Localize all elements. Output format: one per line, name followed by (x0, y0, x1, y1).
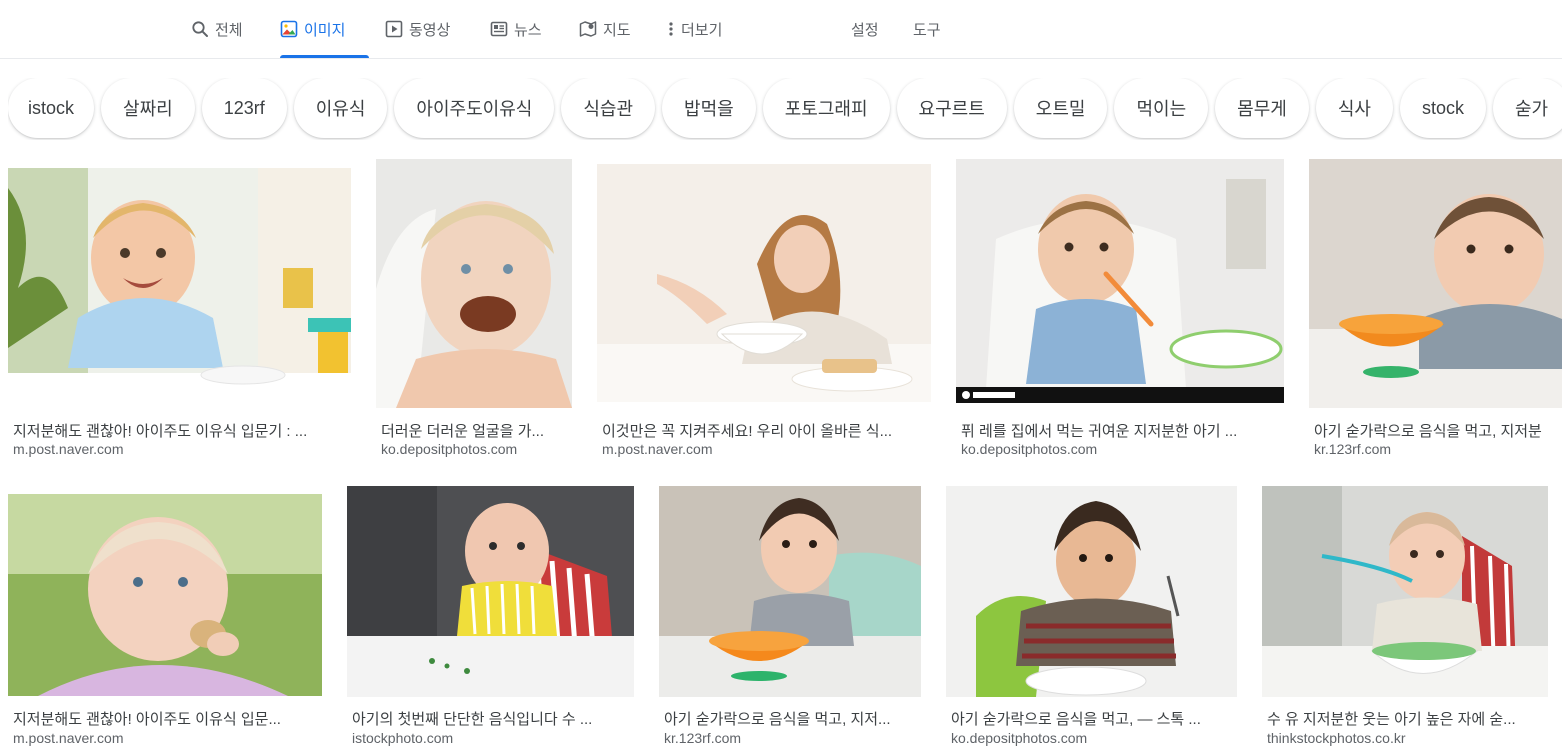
image-result[interactable]: 아기의 첫번째 단단한 음식입니다 수 ... istockphoto.com (347, 486, 634, 752)
tab-images[interactable]: 이미지 (280, 0, 369, 58)
image-result[interactable]: 더러운 더러운 얼굴을 가... ko.depositphotos.com (376, 158, 572, 460)
map-icon (579, 21, 597, 37)
tools-link[interactable]: 도구 (913, 0, 941, 58)
chip[interactable]: 아이주도이유식 (394, 78, 555, 138)
image-result[interactable]: 이것만은 꼭 지켜주세요! 우리 아이 올바른 식... m.post.nave… (597, 158, 931, 460)
image-result[interactable]: 퓌 레를 집에서 먹는 귀여운 지저분한 아기 ... ko.depositph… (956, 158, 1284, 460)
result-thumbnail[interactable] (597, 164, 931, 402)
result-source: m.post.naver.com (13, 441, 124, 457)
result-title[interactable]: 지저분해도 괜찮아! 아이주도 이유식 입문... (13, 708, 322, 728)
chip[interactable]: 123rf (201, 78, 287, 138)
chip[interactable]: 요구르트 (896, 78, 1007, 138)
result-thumbnail[interactable] (1262, 486, 1548, 697)
news-icon (490, 21, 508, 37)
image-result[interactable]: 지저분해도 괜찮아! 아이주도 이유식 입문기 : ... m.post.nav… (8, 158, 351, 460)
chip[interactable]: 식사 (1315, 78, 1393, 138)
result-source: kr.123rf.com (664, 730, 742, 746)
image-icon (280, 20, 298, 38)
more-vert-icon (669, 22, 673, 36)
tab-all-label: 전체 (215, 21, 243, 39)
result-thumbnail[interactable] (8, 494, 322, 696)
chip[interactable]: 밥먹을 (662, 78, 756, 138)
chip[interactable]: 숟가 (1492, 78, 1562, 138)
result-title[interactable]: 더러운 더러운 얼굴을 가... (381, 420, 571, 440)
tab-more[interactable]: 더보기 (667, 0, 722, 58)
result-source: ko.depositphotos.com (961, 441, 1098, 457)
result-source: ko.depositphotos.com (381, 441, 518, 457)
tab-maps-label: 지도 (603, 21, 631, 39)
chip[interactable]: 오트밀 (1013, 78, 1108, 138)
search-tabs-bar: 전체 이미지 동영상 뉴스 지도 더보기 설정 도구 (0, 0, 1562, 59)
result-thumbnail[interactable] (347, 486, 634, 697)
chip[interactable]: 살짜리 (101, 78, 195, 138)
chip[interactable]: 식습관 (561, 78, 656, 138)
result-thumbnail[interactable] (956, 159, 1284, 403)
tab-maps[interactable]: 지도 (579, 0, 631, 58)
image-result[interactable]: 아기 숟가락으로 음식을 먹고, — 스톡 ... ko.depositphot… (946, 486, 1237, 752)
image-search-page: 전체 이미지 동영상 뉴스 지도 더보기 설정 도구 istock 살짜리 12… (0, 0, 1562, 752)
chip[interactable]: 포토그래피 (762, 78, 890, 138)
result-title[interactable]: 아기 숟가락으로 음식을 먹고, 지저분 (1314, 420, 1562, 440)
result-source: thinkstockphotos.co.kr (1267, 730, 1406, 746)
tab-news[interactable]: 뉴스 (490, 0, 542, 58)
result-title[interactable]: 아기 숟가락으로 음식을 먹고, 지저... (664, 708, 921, 728)
image-result[interactable]: 수 유 지저분한 웃는 아기 높은 자에 숟... thinkstockphot… (1262, 486, 1548, 752)
chip[interactable]: istock (8, 78, 95, 138)
result-title[interactable]: 아기의 첫번째 단단한 음식입니다 수 ... (352, 708, 634, 728)
chip[interactable]: stock (1399, 78, 1486, 138)
image-result[interactable]: 아기 숟가락으로 음식을 먹고, 지저분 kr.123rf.com (1309, 158, 1562, 460)
video-icon (385, 20, 403, 38)
result-thumbnail[interactable] (946, 486, 1237, 697)
result-title[interactable]: 아기 숟가락으로 음식을 먹고, — 스톡 ... (951, 708, 1237, 728)
tab-images-label: 이미지 (304, 21, 346, 39)
settings-link[interactable]: 설정 (851, 0, 879, 58)
image-result[interactable]: 아기 숟가락으로 음식을 먹고, 지저... kr.123rf.com (659, 486, 921, 752)
result-title[interactable]: 퓌 레를 집에서 먹는 귀여운 지저분한 아기 ... (961, 420, 1283, 440)
result-thumbnail[interactable] (659, 486, 921, 697)
search-icon (192, 21, 208, 37)
result-source: m.post.naver.com (13, 730, 124, 746)
result-thumbnail[interactable] (1309, 159, 1562, 408)
result-source: m.post.naver.com (602, 441, 713, 457)
image-result[interactable]: 지저분해도 괜찮아! 아이주도 이유식 입문... m.post.naver.c… (8, 486, 322, 752)
result-title[interactable]: 수 유 지저분한 웃는 아기 높은 자에 숟... (1267, 708, 1548, 728)
result-source: kr.123rf.com (1314, 441, 1392, 457)
tab-videos-label: 동영상 (409, 21, 451, 39)
tab-more-label: 더보기 (681, 21, 723, 39)
chip[interactable]: 이유식 (293, 78, 388, 138)
result-title[interactable]: 지저분해도 괜찮아! 아이주도 이유식 입문기 : ... (13, 420, 351, 440)
chip[interactable]: 먹이는 (1114, 78, 1209, 138)
tab-news-label: 뉴스 (514, 21, 542, 39)
chip[interactable]: 몸무게 (1215, 78, 1309, 138)
tab-all[interactable]: 전체 (191, 0, 243, 58)
result-thumbnail[interactable] (376, 159, 572, 408)
related-search-chips: istock 살짜리 123rf 이유식 아이주도이유식 식습관 밥먹을 포토그래피 요구르트 오… (8, 78, 1562, 140)
tab-videos[interactable]: 동영상 (385, 0, 450, 58)
result-source: istockphoto.com (352, 730, 454, 746)
result-title[interactable]: 이것만은 꼭 지켜주세요! 우리 아이 올바른 식... (602, 420, 930, 440)
result-source: ko.depositphotos.com (951, 730, 1088, 746)
result-thumbnail[interactable] (8, 168, 351, 408)
